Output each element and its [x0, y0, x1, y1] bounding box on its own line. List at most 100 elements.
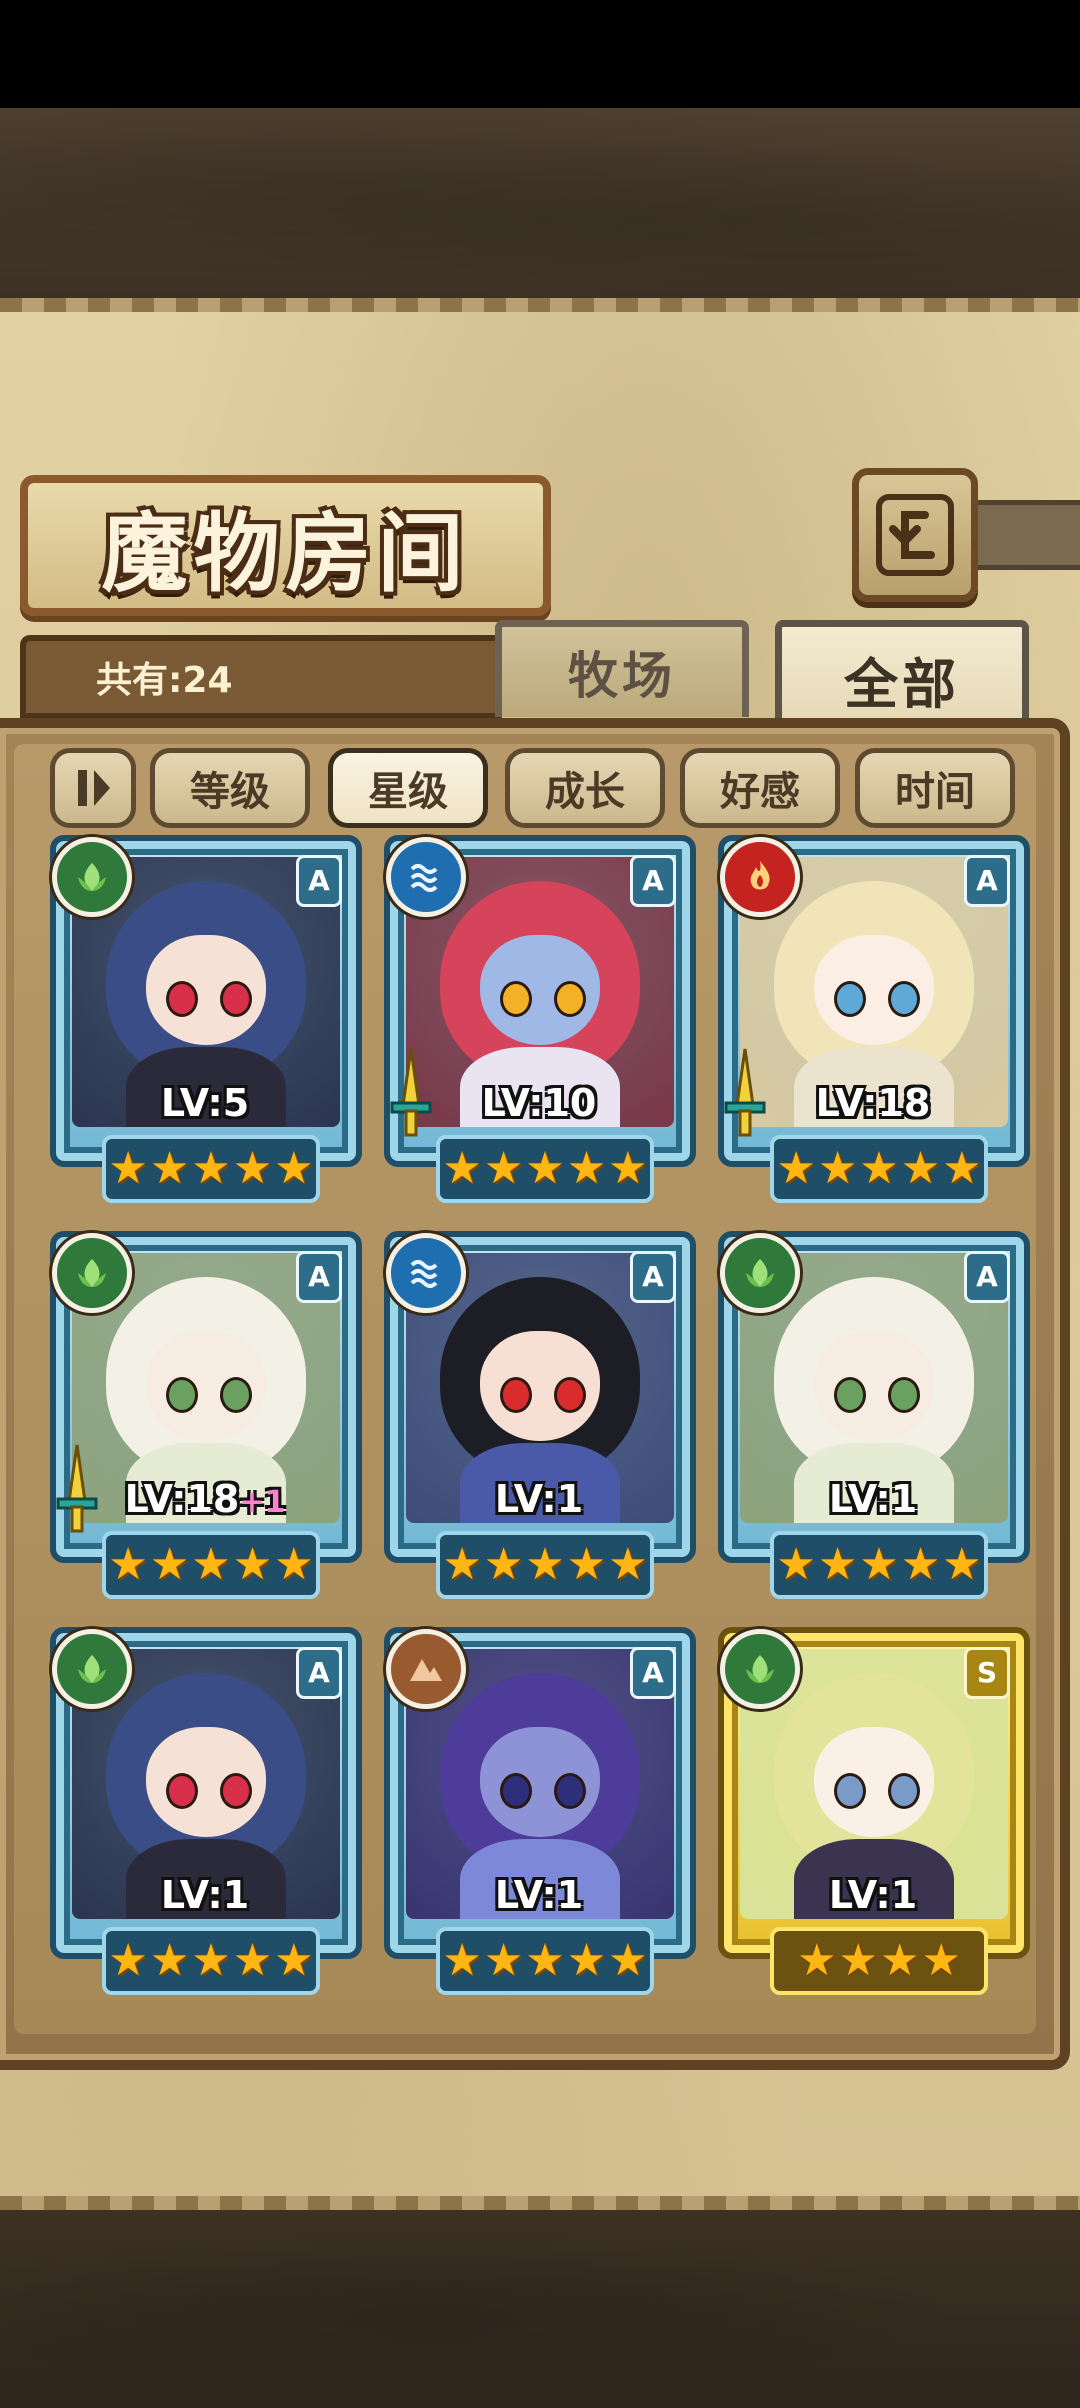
star-icon: ★: [942, 1143, 982, 1194]
star-rating: ★ ★ ★ ★ ★: [102, 1927, 320, 1995]
star-icon: ★: [608, 1539, 648, 1590]
star-icon: ★: [274, 1143, 314, 1194]
star-rating: ★ ★ ★ ★ ★: [770, 1135, 988, 1203]
star-icon: ★: [108, 1935, 148, 1986]
monster-card[interactable]: A LV:18 ★ ★ ★ ★ ★: [718, 835, 1030, 1203]
monster-count: 共有:24: [96, 660, 233, 701]
star-icon: ★: [442, 1539, 482, 1590]
monster-card[interactable]: S LV:1 ★ ★ ★ ★: [718, 1627, 1030, 1995]
star-icon: ★: [232, 1143, 273, 1194]
filter-affection-button[interactable]: 好感: [680, 748, 840, 828]
filter-growth-button[interactable]: 成长: [505, 748, 665, 828]
level-label: LV:18+1: [50, 1477, 360, 1521]
grass-icon: [720, 1233, 800, 1313]
filter-time-button[interactable]: 时间: [855, 748, 1015, 828]
star-icon: ★: [776, 1143, 816, 1194]
star-icon: ★: [608, 1143, 648, 1194]
star-rating: ★ ★ ★ ★ ★: [102, 1135, 320, 1203]
star-icon: ★: [191, 1935, 231, 1986]
star-icon: ★: [566, 1143, 607, 1194]
filter-level-label: 等级: [190, 768, 270, 815]
star-icon: ★: [797, 1935, 837, 1986]
monster-card[interactable]: A LV:10 ★ ★ ★ ★ ★: [384, 835, 696, 1203]
star-icon: ★: [880, 1935, 920, 1986]
star-icon: ★: [108, 1539, 148, 1590]
monster-card[interactable]: A LV:5 ★ ★ ★ ★ ★: [50, 835, 362, 1203]
map-background-bottom: [0, 2210, 1080, 2408]
star-icon: ★: [817, 1143, 858, 1194]
water-icon: [386, 837, 466, 917]
grass-icon: [52, 837, 132, 917]
status-bar: [0, 0, 1080, 108]
level-text: LV:10: [481, 1081, 597, 1125]
rank-badge: A: [296, 855, 342, 907]
star-icon: ★: [525, 1143, 565, 1194]
star-icon: ★: [859, 1539, 899, 1590]
rank-badge: S: [964, 1647, 1010, 1699]
rank-badge: A: [964, 855, 1010, 907]
rank-badge: A: [630, 855, 676, 907]
monster-card[interactable]: A LV:1 ★ ★ ★ ★ ★: [384, 1627, 696, 1995]
tab-all-label: 全部: [844, 652, 960, 716]
earth-icon: [386, 1629, 466, 1709]
monster-card[interactable]: A LV:1 ★ ★ ★ ★ ★: [384, 1231, 696, 1599]
star-icon: ★: [900, 1539, 941, 1590]
filter-star-button[interactable]: 星级: [328, 748, 488, 828]
level-text: LV:1: [494, 1477, 584, 1521]
star-icon: ★: [817, 1539, 858, 1590]
level-text: LV:1: [828, 1873, 918, 1917]
level-text: LV:1: [494, 1873, 584, 1917]
star-rating: ★ ★ ★ ★ ★: [770, 1531, 988, 1599]
star-icon: ★: [232, 1539, 273, 1590]
title-plate: 魔物房间: [20, 475, 551, 616]
tab-pasture-label: 牧场: [568, 646, 676, 705]
level-label: LV:1: [50, 1873, 360, 1917]
rank-badge: A: [964, 1251, 1010, 1303]
star-icon: ★: [149, 1539, 190, 1590]
star-icon: ★: [232, 1935, 273, 1986]
level-label: LV:1: [384, 1873, 694, 1917]
back-button[interactable]: [852, 468, 978, 602]
filter-growth-label: 成长: [545, 768, 625, 815]
monster-card[interactable]: A LV:18+1 ★ ★ ★ ★ ★: [50, 1231, 362, 1599]
star-icon: ★: [859, 1143, 899, 1194]
map-background-top: [0, 108, 1080, 298]
star-icon: ★: [108, 1143, 148, 1194]
filter-level-button[interactable]: 等级: [150, 748, 310, 828]
star-icon: ★: [191, 1539, 231, 1590]
level-text: LV:18: [815, 1081, 931, 1125]
star-icon: ★: [274, 1539, 314, 1590]
filter-time-label: 时间: [895, 768, 975, 815]
star-icon: ★: [838, 1935, 878, 1986]
star-icon: ★: [442, 1143, 482, 1194]
star-icon: ★: [525, 1539, 565, 1590]
star-icon: ★: [483, 1143, 524, 1194]
star-icon: ★: [191, 1143, 231, 1194]
filter-star-label: 星级: [368, 768, 448, 815]
star-rating: ★ ★ ★ ★ ★: [436, 1927, 654, 1995]
level-label: LV:18: [718, 1081, 1028, 1125]
rank-badge: A: [296, 1251, 342, 1303]
star-icon: ★: [149, 1935, 190, 1986]
grass-icon: [52, 1629, 132, 1709]
monster-card[interactable]: A LV:1 ★ ★ ★ ★ ★: [718, 1231, 1030, 1599]
star-icon: ★: [776, 1539, 816, 1590]
tab-all[interactable]: 全部: [775, 620, 1029, 732]
sort-order-icon: [78, 770, 110, 806]
back-rail: [966, 500, 1080, 570]
star-icon: ★: [566, 1935, 607, 1986]
star-icon: ★: [942, 1539, 982, 1590]
tab-pasture[interactable]: 牧场: [495, 620, 749, 717]
monster-card[interactable]: A LV:1 ★ ★ ★ ★ ★: [50, 1627, 362, 1995]
grass-icon: [720, 1629, 800, 1709]
count-bar: 共有:24: [20, 635, 502, 719]
star-icon: ★: [149, 1143, 190, 1194]
grass-icon: [52, 1233, 132, 1313]
star-rating: ★ ★ ★ ★: [770, 1927, 988, 1995]
sort-toggle-button[interactable]: [50, 748, 136, 828]
star-icon: ★: [566, 1539, 607, 1590]
filter-affection-label: 好感: [720, 768, 800, 815]
star-icon: ★: [921, 1935, 961, 1986]
page-title: 魔物房间: [101, 503, 470, 604]
level-text: LV:18: [124, 1477, 240, 1521]
